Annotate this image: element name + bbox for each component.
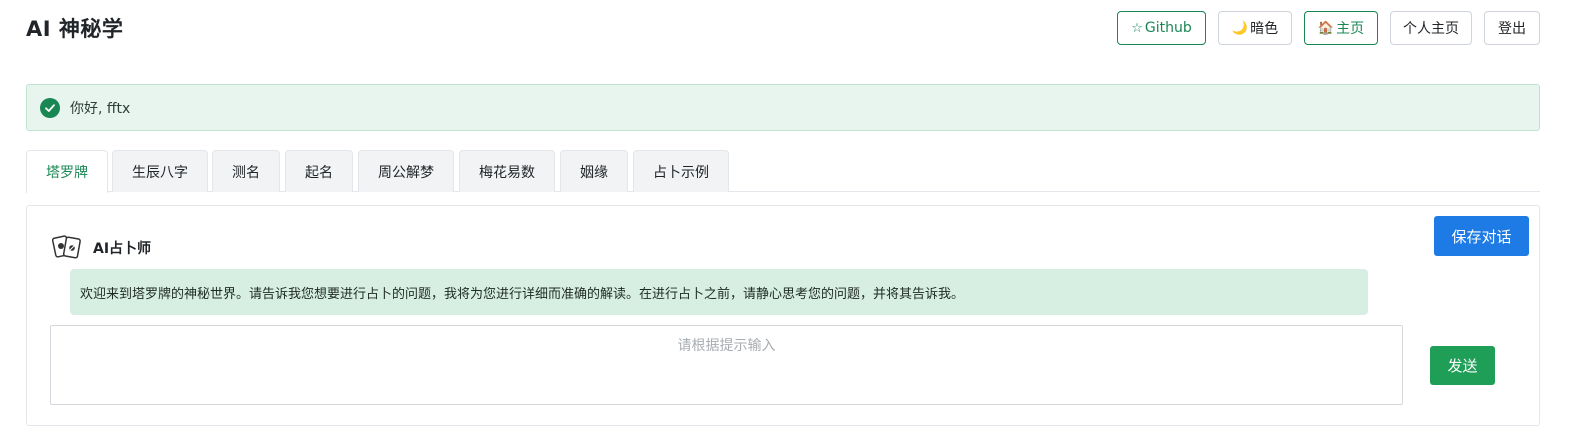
tab-name-test[interactable]: 测名: [212, 150, 280, 192]
tab-dream-interpretation[interactable]: 周公解梦: [358, 150, 454, 192]
github-button-label: Github: [1144, 20, 1192, 36]
tab-tarot[interactable]: 塔罗牌: [26, 150, 108, 193]
logout-button-label: 登出: [1498, 21, 1526, 37]
app-title: AI 神秘学: [26, 17, 124, 41]
star-icon: ☆: [1131, 20, 1143, 36]
send-button[interactable]: 发送: [1430, 346, 1495, 385]
house-icon: 🏠: [1317, 20, 1335, 36]
save-conversation-button[interactable]: 保存对话: [1434, 216, 1529, 256]
tab-naming[interactable]: 起名: [285, 150, 353, 192]
profile-button-label: 个人主页: [1403, 21, 1459, 37]
moon-icon: 🌙: [1231, 20, 1249, 36]
tab-examples[interactable]: 占卜示例: [633, 150, 729, 192]
logout-button[interactable]: 登出: [1484, 11, 1540, 45]
profile-button[interactable]: 个人主页: [1390, 11, 1472, 45]
tarot-cards-icon: [51, 233, 82, 261]
dark-mode-button[interactable]: 🌙 暗色: [1218, 11, 1292, 45]
bot-name: AI占卜师: [93, 241, 152, 257]
tab-plum-blossom[interactable]: 梅花易数: [459, 150, 555, 192]
message-input[interactable]: [51, 326, 1402, 404]
home-button[interactable]: 🏠 主页: [1304, 11, 1378, 45]
tab-marriage[interactable]: 姻缘: [560, 150, 628, 192]
dark-mode-button-label: 暗色: [1250, 21, 1279, 37]
tab-bar: 塔罗牌 生辰八字 测名 起名 周公解梦 梅花易数 姻缘 占卜示例: [26, 150, 1540, 193]
home-button-label: 主页: [1336, 21, 1365, 37]
bot-message-bubble: 欢迎来到塔罗牌的神秘世界。请告诉我您想要进行占卜的问题，我将为您进行详细而准确的…: [70, 269, 1368, 315]
github-button[interactable]: ☆ Github: [1117, 11, 1206, 45]
welcome-alert: 你好, fftx: [26, 84, 1540, 131]
check-circle-icon: [40, 97, 60, 118]
alert-text: 你好, fftx: [70, 100, 131, 117]
tab-birth-chart[interactable]: 生辰八字: [112, 150, 208, 192]
message-input-container: [50, 325, 1403, 405]
